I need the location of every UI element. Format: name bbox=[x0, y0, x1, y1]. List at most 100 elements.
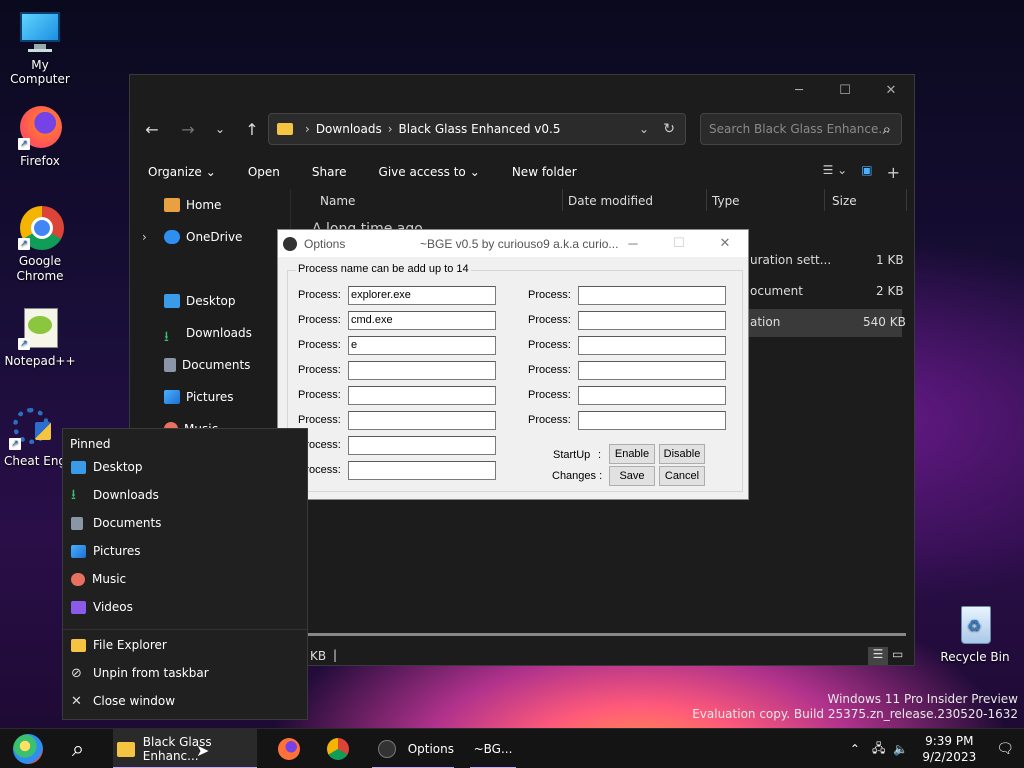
desktop-icon-cheat-engine[interactable]: ↗ Cheat Engi bbox=[0, 406, 62, 468]
desktop-icon-recycle-bin[interactable]: ♻ Recycle Bin bbox=[935, 602, 1015, 664]
close-icon: ✕ bbox=[71, 693, 82, 709]
close-icon[interactable]: ✕ bbox=[868, 75, 914, 105]
organize-button[interactable]: Organize ⌄ bbox=[148, 165, 216, 179]
sidebar-item-pictures[interactable]: Pictures ✦ bbox=[140, 381, 290, 413]
start-button[interactable] bbox=[8, 729, 48, 768]
taskbar-firefox[interactable] bbox=[278, 729, 302, 768]
details-pane-icon[interactable]: ▣ bbox=[861, 163, 872, 182]
process-field-right-5[interactable] bbox=[578, 386, 726, 405]
show-hidden-icons-icon[interactable]: ⌃ bbox=[850, 742, 860, 756]
minimize-icon[interactable]: ─ bbox=[776, 75, 822, 105]
options-title-bar[interactable]: Options ~BGE v0.5 by curiouso9 a.k.a cur… bbox=[278, 230, 748, 257]
close-icon[interactable]: ✕ bbox=[702, 230, 748, 256]
watermark-line-1: Windows 11 Pro Insider Preview bbox=[827, 692, 1018, 706]
give-access-button[interactable]: Give access to ⌄ bbox=[379, 165, 480, 179]
process-field-left-4[interactable] bbox=[348, 361, 496, 380]
navigation-bar: ← → ⌄ ↑ › Downloads › Black Glass Enhanc… bbox=[130, 111, 914, 147]
recent-chevron-icon[interactable]: ⌄ bbox=[208, 113, 232, 145]
share-button[interactable]: Share bbox=[312, 165, 347, 179]
column-type[interactable]: Type bbox=[712, 194, 740, 208]
process-field-right-4[interactable] bbox=[578, 361, 726, 380]
process-label: Process: bbox=[528, 339, 571, 351]
address-bar[interactable]: › Downloads › Black Glass Enhanced v0.5 … bbox=[268, 113, 686, 145]
taskbar-file-explorer[interactable]: Black Glass Enhanc... bbox=[113, 729, 257, 768]
cancel-button[interactable]: Cancel bbox=[659, 466, 705, 486]
pictures-icon bbox=[164, 390, 180, 404]
taskbar-options[interactable]: Options bbox=[372, 729, 454, 768]
process-field-left-3[interactable]: e bbox=[348, 336, 496, 355]
process-field-left-6[interactable] bbox=[348, 411, 496, 430]
desktop-icon-firefox[interactable]: ↗ Firefox bbox=[0, 106, 80, 168]
taskbar-chrome[interactable] bbox=[327, 729, 351, 768]
options-dialog[interactable]: Options ~BGE v0.5 by curiouso9 a.k.a cur… bbox=[277, 229, 749, 500]
search-icon[interactable]: ⌕ bbox=[883, 120, 891, 138]
sidebar-item-desktop[interactable]: Desktop ✦ bbox=[140, 285, 290, 317]
process-label: Process: bbox=[298, 289, 341, 301]
column-size[interactable]: Size bbox=[832, 194, 857, 208]
cheat-engine-icon: ↗ bbox=[9, 406, 53, 450]
expand-chevron-icon[interactable]: › bbox=[142, 230, 147, 244]
sidebar-item-onedrive[interactable]: › OneDrive bbox=[140, 221, 290, 253]
process-field-left-5[interactable] bbox=[348, 386, 496, 405]
up-arrow-icon[interactable]: ↑ bbox=[236, 113, 268, 145]
desktop-icon-label: Firefox bbox=[20, 154, 60, 168]
sidebar-item-downloads[interactable]: ⭳ Downloads ✦ bbox=[140, 317, 290, 349]
notification-icon[interactable]: 🗨 bbox=[996, 741, 1014, 757]
open-button[interactable]: Open bbox=[248, 165, 280, 179]
folder-icon bbox=[277, 123, 293, 135]
address-dropdown-icon[interactable]: ⌄ bbox=[639, 122, 649, 136]
process-label: Process: bbox=[298, 389, 341, 401]
process-field-left-8[interactable] bbox=[348, 461, 496, 480]
network-icon[interactable]: 🖧 bbox=[872, 739, 885, 760]
back-arrow-icon[interactable]: ← bbox=[136, 113, 168, 145]
refresh-icon[interactable]: ↻ bbox=[663, 121, 675, 137]
details-view-icon[interactable]: ☰ bbox=[868, 647, 888, 665]
taskbar-bge[interactable]: ~BG... bbox=[470, 729, 516, 768]
search-button[interactable]: ⌕ bbox=[64, 729, 92, 768]
jumplist-item-pictures[interactable]: Pictures bbox=[71, 540, 141, 562]
desktop-icon-my-computer[interactable]: My Computer bbox=[0, 10, 80, 86]
jumplist-item-desktop[interactable]: Desktop bbox=[71, 456, 143, 478]
column-date-modified[interactable]: Date modified bbox=[568, 194, 653, 208]
process-field-right-6[interactable] bbox=[578, 411, 726, 430]
desktop-icon-notepadpp[interactable]: ↗ Notepad++ bbox=[0, 306, 80, 368]
enable-button[interactable]: Enable bbox=[609, 444, 655, 464]
view-menu-icon[interactable]: ☰ ⌄ bbox=[823, 163, 848, 182]
jumplist-item-videos[interactable]: Videos bbox=[71, 596, 133, 618]
desktop-icon bbox=[71, 460, 86, 474]
process-field-right-3[interactable] bbox=[578, 336, 726, 355]
minimize-icon[interactable]: ─ bbox=[610, 230, 656, 256]
process-field-left-7[interactable] bbox=[348, 436, 496, 455]
disable-button[interactable]: Disable bbox=[659, 444, 705, 464]
jumplist-close-window[interactable]: ✕ Close window bbox=[71, 690, 175, 712]
maximize-icon[interactable]: ☐ bbox=[822, 75, 868, 105]
clock[interactable]: 9:39 PM 9/2/2023 bbox=[922, 733, 976, 765]
jumplist-file-explorer[interactable]: File Explorer bbox=[71, 634, 167, 656]
breadcrumb-current[interactable]: Black Glass Enhanced v0.5 bbox=[399, 122, 561, 136]
process-field-right-2[interactable] bbox=[578, 311, 726, 330]
tiles-view-icon[interactable]: ▭ bbox=[892, 647, 903, 661]
process-label: Process: bbox=[528, 364, 571, 376]
process-field-right-1[interactable] bbox=[578, 286, 726, 305]
column-name[interactable]: Name bbox=[320, 194, 355, 208]
jumplist-item-downloads[interactable]: ⭳ Downloads bbox=[71, 484, 159, 506]
jumplist-item-music[interactable]: Music bbox=[71, 568, 126, 590]
new-folder-button[interactable]: New folder bbox=[512, 165, 577, 179]
add-icon[interactable]: + bbox=[887, 163, 900, 182]
save-button[interactable]: Save bbox=[609, 466, 655, 486]
jumplist-item-documents[interactable]: Documents bbox=[71, 512, 161, 534]
desktop-icon-chrome[interactable]: ↗ Google Chrome bbox=[0, 206, 80, 284]
volume-icon[interactable]: 🔈 bbox=[893, 742, 908, 756]
sidebar-item-documents[interactable]: Documents ✦ bbox=[140, 349, 290, 381]
jumplist-unpin[interactable]: ⊘ Unpin from taskbar bbox=[71, 662, 209, 684]
breadcrumb-downloads[interactable]: Downloads bbox=[316, 122, 382, 136]
row-size-2: 2 KB bbox=[876, 284, 904, 298]
process-field-left-2[interactable]: cmd.exe bbox=[348, 311, 496, 330]
forward-arrow-icon[interactable]: → bbox=[172, 113, 204, 145]
sidebar-item-home[interactable]: Home bbox=[140, 189, 290, 221]
bge-app-icon bbox=[283, 236, 297, 251]
search-input[interactable]: Search Black Glass Enhance... ⌕ bbox=[700, 113, 902, 145]
process-field-left-1[interactable]: explorer.exe bbox=[348, 286, 496, 305]
horizontal-scrollbar[interactable] bbox=[300, 633, 906, 636]
process-label: Process: bbox=[528, 414, 571, 426]
